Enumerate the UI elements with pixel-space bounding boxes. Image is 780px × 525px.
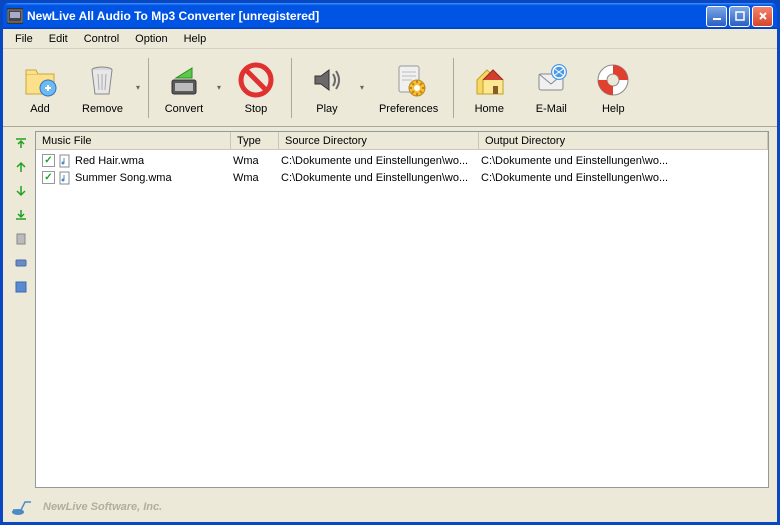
file-list: Music File Type Source Directory Output … [35, 131, 769, 488]
checkbox-icon[interactable]: ✓ [42, 171, 55, 184]
column-music-file[interactable]: Music File [36, 132, 231, 149]
output-dir: C:\Dokumente und Einstellungen\wo... [479, 155, 764, 167]
help-label: Help [602, 103, 625, 115]
file-type: Wma [231, 155, 279, 167]
window-title: NewLive All Audio To Mp3 Converter [unre… [27, 9, 706, 23]
help-button[interactable]: Help [582, 55, 644, 120]
list-header: Music File Type Source Directory Output … [36, 132, 768, 150]
home-button[interactable]: Home [458, 55, 520, 120]
file-name: Red Hair.wma [75, 155, 144, 167]
move-up-button[interactable] [13, 159, 29, 175]
menu-option[interactable]: Option [127, 31, 175, 47]
toolbar-separator [148, 58, 149, 118]
column-output[interactable]: Output Directory [479, 132, 768, 149]
app-icon [7, 8, 23, 24]
stop-icon [236, 60, 276, 100]
table-row[interactable]: ✓Red Hair.wmaWmaC:\Dokumente und Einstel… [36, 152, 768, 169]
output-dir: C:\Dokumente und Einstellungen\wo... [479, 172, 764, 184]
menubar: File Edit Control Option Help [3, 29, 777, 49]
move-top-button[interactable] [13, 135, 29, 151]
home-label: Home [475, 103, 504, 115]
statusbar: NewLive Software, Inc. [3, 492, 777, 522]
preferences-button[interactable]: Preferences [368, 55, 449, 120]
preferences-label: Preferences [379, 103, 438, 115]
sidebar-bookmark-icon[interactable] [13, 231, 29, 247]
column-type[interactable]: Type [231, 132, 279, 149]
trash-icon [82, 60, 122, 100]
table-row[interactable]: ✓Summer Song.wmaWmaC:\Dokumente und Eins… [36, 169, 768, 186]
email-icon [531, 60, 571, 100]
sidebar-tag-icon[interactable] [13, 255, 29, 271]
source-dir: C:\Dokumente und Einstellungen\wo... [279, 172, 479, 184]
toolbar-separator [453, 58, 454, 118]
checkbox-icon[interactable]: ✓ [42, 154, 55, 167]
lifebuoy-icon [593, 60, 633, 100]
audio-file-icon [58, 171, 72, 185]
menu-edit[interactable]: Edit [41, 31, 76, 47]
titlebar: NewLive All Audio To Mp3 Converter [unre… [3, 3, 777, 29]
toolbar-separator [291, 58, 292, 118]
gear-icon [389, 60, 429, 100]
convert-button[interactable]: Convert [153, 55, 215, 120]
convert-icon [164, 60, 204, 100]
file-name: Summer Song.wma [75, 172, 172, 184]
remove-label: Remove [82, 103, 123, 115]
remove-button[interactable]: Remove [71, 55, 134, 120]
menu-help[interactable]: Help [176, 31, 215, 47]
play-dropdown[interactable]: ▾ [358, 83, 368, 92]
stop-button[interactable]: Stop [225, 55, 287, 120]
maximize-button[interactable] [729, 6, 750, 27]
client-area: File Edit Control Option Help Add Remove [3, 29, 777, 522]
move-bottom-button[interactable] [13, 207, 29, 223]
move-down-button[interactable] [13, 183, 29, 199]
content-area: Music File Type Source Directory Output … [3, 127, 777, 492]
email-button[interactable]: E-Mail [520, 55, 582, 120]
remove-dropdown[interactable]: ▾ [134, 83, 144, 92]
add-button[interactable]: Add [9, 55, 71, 120]
home-icon [469, 60, 509, 100]
email-label: E-Mail [536, 103, 567, 115]
add-label: Add [30, 103, 50, 115]
app-window: NewLive All Audio To Mp3 Converter [unre… [0, 0, 780, 525]
minimize-button[interactable] [706, 6, 727, 27]
play-button[interactable]: Play [296, 55, 358, 120]
menu-control[interactable]: Control [76, 31, 127, 47]
convert-dropdown[interactable]: ▾ [215, 83, 225, 92]
sidebar-disk-icon[interactable] [13, 279, 29, 295]
file-type: Wma [231, 172, 279, 184]
toolbar: Add Remove ▾ Convert ▾ [3, 49, 777, 127]
company-name: NewLive Software, Inc. [43, 501, 162, 513]
convert-label: Convert [165, 103, 204, 115]
sidebar [7, 131, 35, 488]
play-label: Play [316, 103, 337, 115]
window-controls [706, 6, 773, 27]
close-button[interactable] [752, 6, 773, 27]
column-source[interactable]: Source Directory [279, 132, 479, 149]
add-folder-icon [20, 60, 60, 100]
menu-file[interactable]: File [7, 31, 41, 47]
stop-label: Stop [245, 103, 268, 115]
speaker-icon [307, 60, 347, 100]
audio-file-icon [58, 154, 72, 168]
list-body: ✓Red Hair.wmaWmaC:\Dokumente und Einstel… [36, 150, 768, 188]
company-logo-icon [11, 498, 33, 516]
source-dir: C:\Dokumente und Einstellungen\wo... [279, 155, 479, 167]
